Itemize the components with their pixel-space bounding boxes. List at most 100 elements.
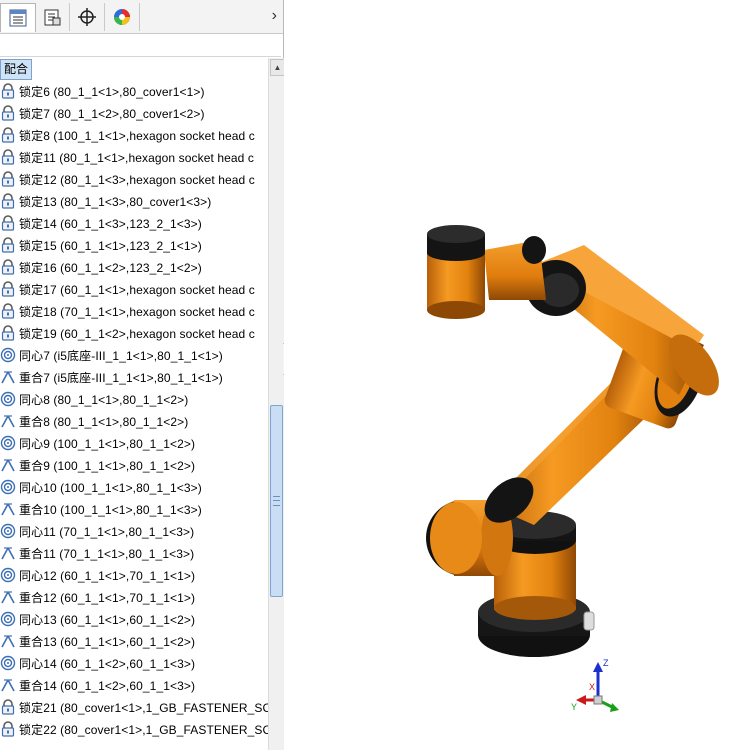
- feature-manager-tab[interactable]: [0, 3, 36, 32]
- mate-tree-item[interactable]: 锁定8 (100_1_1<1>,hexagon socket head c: [0, 124, 268, 146]
- mate-tree-item-label: 同心10 (100_1_1<1>,80_1_1<3>): [19, 480, 202, 495]
- mate-tree-item-label: 同心8 (80_1_1<1>,80_1_1<2>): [19, 392, 189, 407]
- mate-tree-item-label: 锁定17 (60_1_1<1>,hexagon socket head c: [19, 282, 255, 297]
- mate-tree-item[interactable]: 重合11 (70_1_1<1>,80_1_1<3>): [0, 542, 268, 564]
- mate-tree-item-label: 锁定16 (60_1_1<2>,123_2_1<2>): [19, 260, 202, 275]
- mate-tree-item-label: 重合11 (70_1_1<1>,80_1_1<3>): [19, 546, 195, 561]
- mate-tree-item-label: 锁定15 (60_1_1<1>,123_2_1<1>): [19, 238, 202, 253]
- lock-icon: [0, 193, 16, 209]
- coincident-icon: [0, 677, 16, 693]
- orientation-triad: [576, 662, 619, 712]
- coincident-icon: [0, 589, 16, 605]
- lock-icon: [0, 721, 16, 737]
- mate-tree-item[interactable]: 同心11 (70_1_1<1>,80_1_1<3>): [0, 520, 268, 542]
- robot-wrist: [484, 236, 586, 316]
- mate-tree-item[interactable]: 锁定21 (80_cover1<1>,1_GB_FASTENER_SCI: [0, 696, 268, 718]
- mate-tree-item[interactable]: 同心12 (60_1_1<1>,70_1_1<1>): [0, 564, 268, 586]
- mate-tree-item-label: 锁定18 (70_1_1<1>,hexagon socket head c: [19, 304, 255, 319]
- mate-tree-item-label: 锁定7 (80_1_1<2>,80_cover1<2>): [19, 106, 205, 121]
- scroll-grip-icon: [273, 496, 280, 506]
- tree-list-icon: [9, 9, 27, 27]
- mate-tree-item[interactable]: 重合10 (100_1_1<1>,80_1_1<3>): [0, 498, 268, 520]
- mate-tree-item[interactable]: 锁定15 (60_1_1<1>,123_2_1<1>): [0, 234, 268, 256]
- concentric-icon: [0, 479, 16, 495]
- concentric-icon: [0, 567, 16, 583]
- mate-tree-item[interactable]: 同心9 (100_1_1<1>,80_1_1<2>): [0, 432, 268, 454]
- mate-tree-item[interactable]: 重合12 (60_1_1<1>,70_1_1<1>): [0, 586, 268, 608]
- mate-tree-item[interactable]: 锁定17 (60_1_1<1>,hexagon socket head c: [0, 278, 268, 300]
- mate-tree-item[interactable]: 锁定11 (80_1_1<1>,hexagon socket head c: [0, 146, 268, 168]
- triad-z-label: Z: [603, 658, 609, 668]
- mate-tree-item[interactable]: 同心8 (80_1_1<1>,80_1_1<2>): [0, 388, 268, 410]
- lock-icon: [0, 171, 16, 187]
- mate-tree-item-label: 同心13 (60_1_1<1>,60_1_1<2>): [19, 612, 196, 627]
- scroll-thumb[interactable]: [270, 405, 283, 597]
- mate-tree-item-label: 同心14 (60_1_1<2>,60_1_1<3>): [19, 656, 196, 671]
- lock-icon: [0, 237, 16, 253]
- mate-tree-item-label: 重合14 (60_1_1<2>,60_1_1<3>): [19, 678, 196, 693]
- mate-tree-item[interactable]: 重合14 (60_1_1<2>,60_1_1<3>): [0, 674, 268, 696]
- tree-scrollbar[interactable]: ▲: [268, 58, 285, 750]
- mate-tree-item-label: 重合9 (100_1_1<1>,80_1_1<2>): [19, 458, 196, 473]
- mate-tree-item-label: 同心7 (i5底座-III_1_1<1>,80_1_1<1>): [19, 348, 223, 363]
- property-sheet-icon: [44, 9, 61, 26]
- coincident-icon: [0, 501, 16, 517]
- feature-manager-panel: › 配合 锁定6 (80_1_1<1>,80_cover1<1>) 锁定7 (80…: [0, 0, 285, 750]
- mate-tree-item-label: 重合12 (60_1_1<1>,70_1_1<1>): [19, 590, 196, 605]
- mate-tree-item[interactable]: 同心14 (60_1_1<2>,60_1_1<3>): [0, 652, 268, 674]
- mate-tree-item[interactable]: 锁定18 (70_1_1<1>,hexagon socket head c: [0, 300, 268, 322]
- configuration-manager-tab[interactable]: [70, 3, 105, 31]
- coincident-icon: [0, 545, 16, 561]
- mate-tree-item[interactable]: 锁定6 (80_1_1<1>,80_cover1<1>): [0, 80, 268, 102]
- mate-tree-item-label: 同心9 (100_1_1<1>,80_1_1<2>): [19, 436, 196, 451]
- mate-tree-item[interactable]: 锁定19 (60_1_1<2>,hexagon socket head c: [0, 322, 268, 344]
- mate-tree-item-label: 锁定12 (80_1_1<3>,hexagon socket head c: [19, 172, 255, 187]
- mate-tree-item-label: 锁定14 (60_1_1<3>,123_2_1<3>): [19, 216, 202, 231]
- mates-folder-header[interactable]: 配合: [0, 59, 33, 80]
- scroll-up-button[interactable]: ▲: [270, 59, 285, 76]
- mate-tree-item-label: 锁定13 (80_1_1<3>,80_cover1<3>): [19, 194, 212, 209]
- mate-tree-item[interactable]: 同心13 (60_1_1<1>,60_1_1<2>): [0, 608, 268, 630]
- mate-tree-item-label: 锁定6 (80_1_1<1>,80_cover1<1>): [19, 84, 205, 99]
- tab-overflow-arrow[interactable]: ›: [272, 7, 277, 25]
- mate-tree-item[interactable]: 锁定13 (80_1_1<3>,80_cover1<3>): [0, 190, 268, 212]
- color-wheel-icon: [114, 9, 130, 25]
- mate-tree-item[interactable]: 重合13 (60_1_1<1>,60_1_1<2>): [0, 630, 268, 652]
- mate-tree-item-label: 重合10 (100_1_1<1>,80_1_1<3>): [19, 502, 202, 517]
- mate-tree-item[interactable]: 重合7 (i5底座-III_1_1<1>,80_1_1<1>): [0, 366, 268, 388]
- mate-tree-item-label: 同心12 (60_1_1<1>,70_1_1<1>): [19, 568, 196, 583]
- concentric-icon: [0, 611, 16, 627]
- lock-icon: [0, 259, 16, 275]
- concentric-icon: [0, 523, 16, 539]
- lock-icon: [0, 215, 16, 231]
- mate-tree-item[interactable]: 锁定12 (80_1_1<3>,hexagon socket head c: [0, 168, 268, 190]
- lock-icon: [0, 699, 16, 715]
- robot-end-effector: [427, 225, 485, 319]
- coincident-icon: [0, 633, 16, 649]
- mate-tree-item[interactable]: 锁定16 (60_1_1<2>,123_2_1<2>): [0, 256, 268, 278]
- lock-icon: [0, 325, 16, 341]
- property-manager-tab[interactable]: [35, 3, 70, 31]
- lock-icon: [0, 83, 16, 99]
- tree-filter-bar[interactable]: [0, 34, 281, 57]
- mate-tree-item[interactable]: 重合8 (80_1_1<1>,80_1_1<2>): [0, 410, 268, 432]
- display-manager-tab[interactable]: [105, 3, 140, 31]
- lock-icon: [0, 105, 16, 121]
- mate-tree-item[interactable]: 同心10 (100_1_1<1>,80_1_1<3>): [0, 476, 268, 498]
- triad-x-label: X: [589, 682, 596, 692]
- graphics-viewport[interactable]: Z X Y: [284, 0, 750, 750]
- mate-tree-item[interactable]: 锁定14 (60_1_1<3>,123_2_1<3>): [0, 212, 268, 234]
- mate-tree-item[interactable]: 锁定7 (80_1_1<2>,80_cover1<2>): [0, 102, 268, 124]
- mate-tree-list: 锁定6 (80_1_1<1>,80_cover1<1>) 锁定7 (80_1_1<…: [0, 80, 268, 750]
- mate-tree-item-label: 锁定11 (80_1_1<1>,hexagon socket head c: [19, 150, 254, 165]
- coincident-icon: [0, 413, 16, 429]
- lock-icon: [0, 303, 16, 319]
- mate-tree-item-label: 同心11 (70_1_1<1>,80_1_1<3>): [19, 524, 195, 539]
- mate-tree-item[interactable]: 重合9 (100_1_1<1>,80_1_1<2>): [0, 454, 268, 476]
- mate-tree-item-label: 重合13 (60_1_1<1>,60_1_1<2>): [19, 634, 196, 649]
- mate-tree-item[interactable]: 同心7 (i5底座-III_1_1<1>,80_1_1<1>): [0, 344, 268, 366]
- mate-tree-item[interactable]: 锁定22 (80_cover1<1>,1_GB_FASTENER_SCI: [0, 718, 268, 740]
- mate-tree-item-label: 锁定22 (80_cover1<1>,1_GB_FASTENER_SCI: [19, 722, 268, 737]
- mate-tree-item-label: 锁定8 (100_1_1<1>,hexagon socket head c: [19, 128, 255, 143]
- robot-arm-model[interactable]: [284, 0, 750, 750]
